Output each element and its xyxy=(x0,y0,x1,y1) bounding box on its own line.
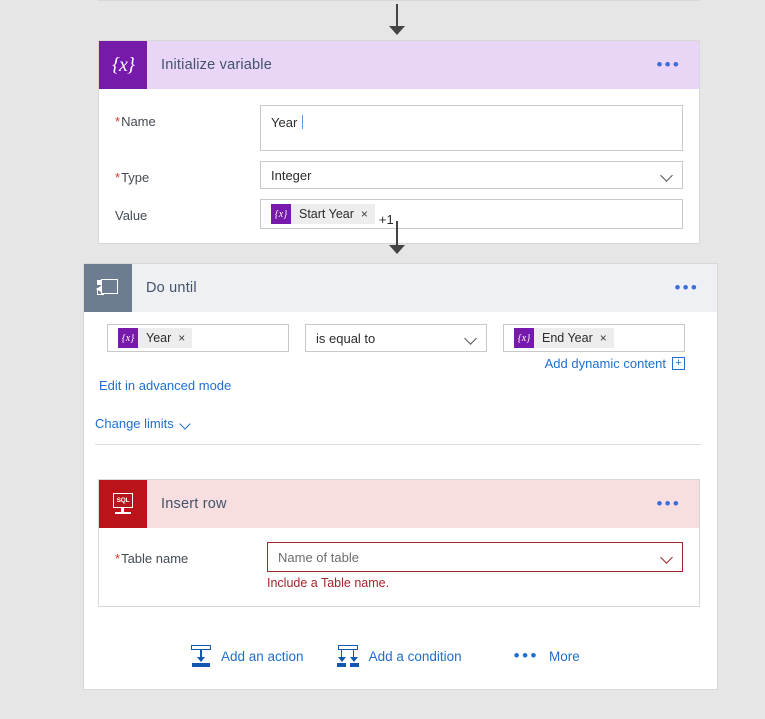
type-field-control: Integer xyxy=(260,161,683,189)
initialize-variable-body: *Name Year *Type Integer Value {x} Sta… xyxy=(99,89,699,243)
insert-row-header[interactable]: SQL Insert row ••• xyxy=(99,480,699,528)
braces-x-icon: {x} xyxy=(514,328,534,348)
value-field-control: {x} Start Year × +1 xyxy=(260,199,683,229)
do-until-title: Do until xyxy=(146,280,197,296)
token-label: Year xyxy=(146,331,172,345)
add-an-action-button[interactable]: Add an action xyxy=(190,645,304,667)
token-label: Start Year xyxy=(299,207,354,221)
do-until-header[interactable]: Do until ••• xyxy=(84,264,717,312)
type-dropdown-value: Integer xyxy=(271,167,312,183)
operator-dropdown-value: is equal to xyxy=(316,330,376,346)
type-dropdown[interactable]: Integer xyxy=(260,161,683,189)
condition-right-input[interactable]: {x} End Year × xyxy=(503,324,685,352)
name-field-label: *Name xyxy=(115,105,260,129)
initialize-variable-card[interactable]: {x} Initialize variable ••• *Name Year *… xyxy=(98,40,700,244)
token-remove-icon[interactable]: × xyxy=(600,331,614,345)
table-name-error-message: Include a Table name. xyxy=(267,576,390,590)
do-until-divider xyxy=(95,444,701,445)
name-input-value: Year xyxy=(271,115,298,130)
table-name-label: *Table name xyxy=(115,542,267,566)
insert-row-body: *Table name Name of table Include a Tabl… xyxy=(99,528,699,606)
add-dynamic-content-link[interactable]: Add dynamic content + xyxy=(545,356,685,371)
insert-row-title: Insert row xyxy=(161,496,227,512)
connector-arrow-top xyxy=(389,26,405,35)
type-label-text: Type xyxy=(121,170,150,185)
required-asterisk: * xyxy=(115,170,121,185)
value-suffix-text: +1 xyxy=(378,212,394,227)
edit-in-advanced-mode-label: Edit in advanced mode xyxy=(99,378,232,393)
value-field-label: Value xyxy=(115,199,260,223)
braces-x-icon: {x} xyxy=(99,41,147,89)
plus-icon[interactable]: + xyxy=(672,357,685,370)
value-input[interactable]: {x} Start Year × +1 xyxy=(260,199,683,229)
table-name-control: Name of table Include a Table name. xyxy=(267,542,683,590)
type-field-label: *Type xyxy=(115,161,260,185)
sql-server-icon: SQL xyxy=(99,480,147,528)
add-a-condition-label: Add a condition xyxy=(368,648,462,664)
connector-line-middle xyxy=(396,221,398,247)
condition-right-operand: {x} End Year × Add dynamic content + xyxy=(503,324,685,371)
edit-in-advanced-mode-link[interactable]: Edit in advanced mode xyxy=(99,378,231,393)
required-asterisk: * xyxy=(115,114,121,129)
chevron-down-icon xyxy=(660,553,674,561)
initialize-variable-header[interactable]: {x} Initialize variable ••• xyxy=(99,41,699,89)
do-until-overflow-menu[interactable]: ••• xyxy=(665,279,717,296)
insert-row-card[interactable]: SQL Insert row ••• *Table name Name of t… xyxy=(98,479,700,607)
table-name-placeholder: Name of table xyxy=(278,549,359,565)
field-row-name: *Name Year xyxy=(115,105,683,151)
condition-operator: is equal to xyxy=(305,324,487,352)
name-label-text: Name xyxy=(121,114,156,129)
do-until-condition-row: {x} Year × is equal to {x} End Year × Ad… xyxy=(107,324,692,371)
change-limits-label: Change limits xyxy=(95,416,174,431)
chevron-down-icon xyxy=(464,334,478,342)
dynamic-content-token-end-year[interactable]: {x} End Year × xyxy=(514,328,614,348)
connector-line-top xyxy=(396,4,398,28)
add-an-action-label: Add an action xyxy=(221,648,304,664)
condition-left-operand: {x} Year × xyxy=(107,324,289,352)
text-cursor xyxy=(302,115,304,129)
change-limits-toggle[interactable]: Change limits xyxy=(95,416,192,431)
field-row-value: Value {x} Start Year × +1 xyxy=(115,199,683,229)
connector-arrow-middle xyxy=(389,245,405,254)
do-until-action-bar: Add an action Add a condition ••• More xyxy=(190,645,580,667)
dynamic-content-token-start-year[interactable]: {x} Start Year × xyxy=(271,204,375,224)
previous-action-card-partial xyxy=(98,0,700,1)
required-asterisk: * xyxy=(115,551,121,566)
table-name-dropdown[interactable]: Name of table xyxy=(267,542,683,572)
add-action-icon xyxy=(190,645,212,667)
add-dynamic-content-label: Add dynamic content xyxy=(544,356,666,371)
chevron-down-icon xyxy=(660,171,674,179)
name-input[interactable]: Year xyxy=(260,105,683,151)
initialize-variable-overflow-menu[interactable]: ••• xyxy=(647,56,699,73)
token-label: End Year xyxy=(542,331,593,345)
sql-icon-label: SQL xyxy=(113,493,133,508)
operator-dropdown[interactable]: is equal to xyxy=(305,324,487,352)
value-label-text: Value xyxy=(115,208,148,223)
condition-left-input[interactable]: {x} Year × xyxy=(107,324,289,352)
token-remove-icon[interactable]: × xyxy=(361,207,375,221)
initialize-variable-title: Initialize variable xyxy=(161,57,272,73)
token-remove-icon[interactable]: × xyxy=(178,331,192,345)
add-condition-icon xyxy=(336,645,360,667)
name-field-control: Year xyxy=(260,105,683,151)
table-name-label-text: Table name xyxy=(121,551,189,566)
add-a-condition-button[interactable]: Add a condition xyxy=(336,645,462,667)
field-row-type: *Type Integer xyxy=(115,161,683,189)
more-dots-icon: ••• xyxy=(513,646,539,665)
more-label: More xyxy=(549,648,580,664)
loop-icon xyxy=(84,264,132,312)
braces-x-icon: {x} xyxy=(118,328,138,348)
more-button[interactable]: ••• More xyxy=(513,646,580,665)
dynamic-content-token-year[interactable]: {x} Year × xyxy=(118,328,193,348)
insert-row-overflow-menu[interactable]: ••• xyxy=(647,495,699,512)
braces-x-icon: {x} xyxy=(271,204,291,224)
field-row-table-name: *Table name Name of table Include a Tabl… xyxy=(115,542,683,590)
chevron-down-icon xyxy=(180,420,192,427)
